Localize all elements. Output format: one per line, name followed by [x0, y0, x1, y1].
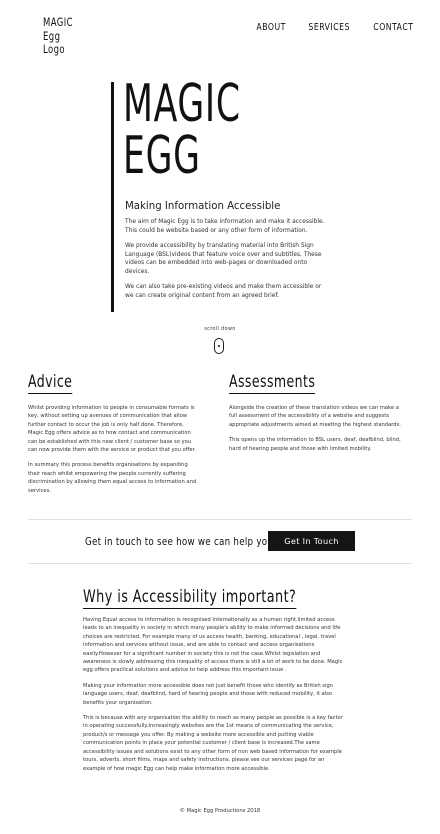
- mouse-wheel-dot: [218, 345, 220, 347]
- why-paragraph: This is because with any organisation th…: [83, 715, 343, 772]
- assessments-paragraph: This opens up the information to BSL use…: [229, 437, 401, 452]
- assessments-heading: Assessments: [229, 372, 316, 394]
- why-heading: Why is Accessibility important?: [83, 587, 297, 609]
- advice-heading: Advice: [28, 372, 73, 394]
- hero-subtitle: Making Information Accessible: [125, 201, 281, 212]
- assessments-paragraph: Alongside the creation of these translat…: [229, 405, 401, 428]
- logo-line: MAGIC: [43, 15, 74, 29]
- scroll-mouse-icon[interactable]: [214, 338, 224, 354]
- hero-accent-bar: [111, 82, 114, 312]
- hero-paragraph: We provide accessibility by translating …: [125, 243, 322, 275]
- footer-copyright: © Magic Egg Productions 2018: [179, 808, 261, 814]
- assessments-text: Alongside the creation of these translat…: [229, 404, 401, 460]
- hero-description: The aim of Magic Egg is to take informat…: [125, 218, 325, 307]
- hero-paragraph: We can also take pre-existing videos and…: [125, 284, 322, 299]
- advice-paragraph: Whilst providing information to people i…: [28, 405, 196, 454]
- hero-title-line: MAGIC: [123, 74, 241, 134]
- hero-title: MAGIC EGG: [123, 78, 241, 182]
- nav-link-services[interactable]: SERVICES: [308, 22, 350, 33]
- scroll-down-label[interactable]: scroll down: [0, 326, 440, 332]
- cta-text: Get in touch to see how we can help you: [85, 535, 274, 548]
- why-text: Having Equal access to information is re…: [83, 616, 345, 780]
- hero-title-line: EGG: [123, 126, 201, 186]
- nav-link-contact[interactable]: CONTACT: [374, 22, 414, 33]
- hero-paragraph: The aim of Magic Egg is to take informat…: [125, 219, 325, 234]
- nav-link-about[interactable]: ABOUT: [256, 22, 286, 33]
- logo-line: Egg: [43, 28, 61, 43]
- logo-line: Logo: [43, 42, 65, 56]
- advice-text: Whilst providing information to people i…: [28, 404, 198, 502]
- section-divider: [28, 519, 412, 520]
- advice-paragraph: In summary this process benefits organis…: [28, 462, 197, 494]
- why-paragraph: Having Equal access to information is re…: [83, 617, 343, 674]
- site-logo[interactable]: MAGIC Egg Logo: [43, 15, 74, 57]
- why-paragraph: Making your information more accessible …: [83, 682, 334, 706]
- section-divider: [28, 563, 412, 564]
- main-nav: ABOUT SERVICES CONTACT: [254, 22, 417, 33]
- get-in-touch-button[interactable]: Get In Touch: [268, 531, 355, 551]
